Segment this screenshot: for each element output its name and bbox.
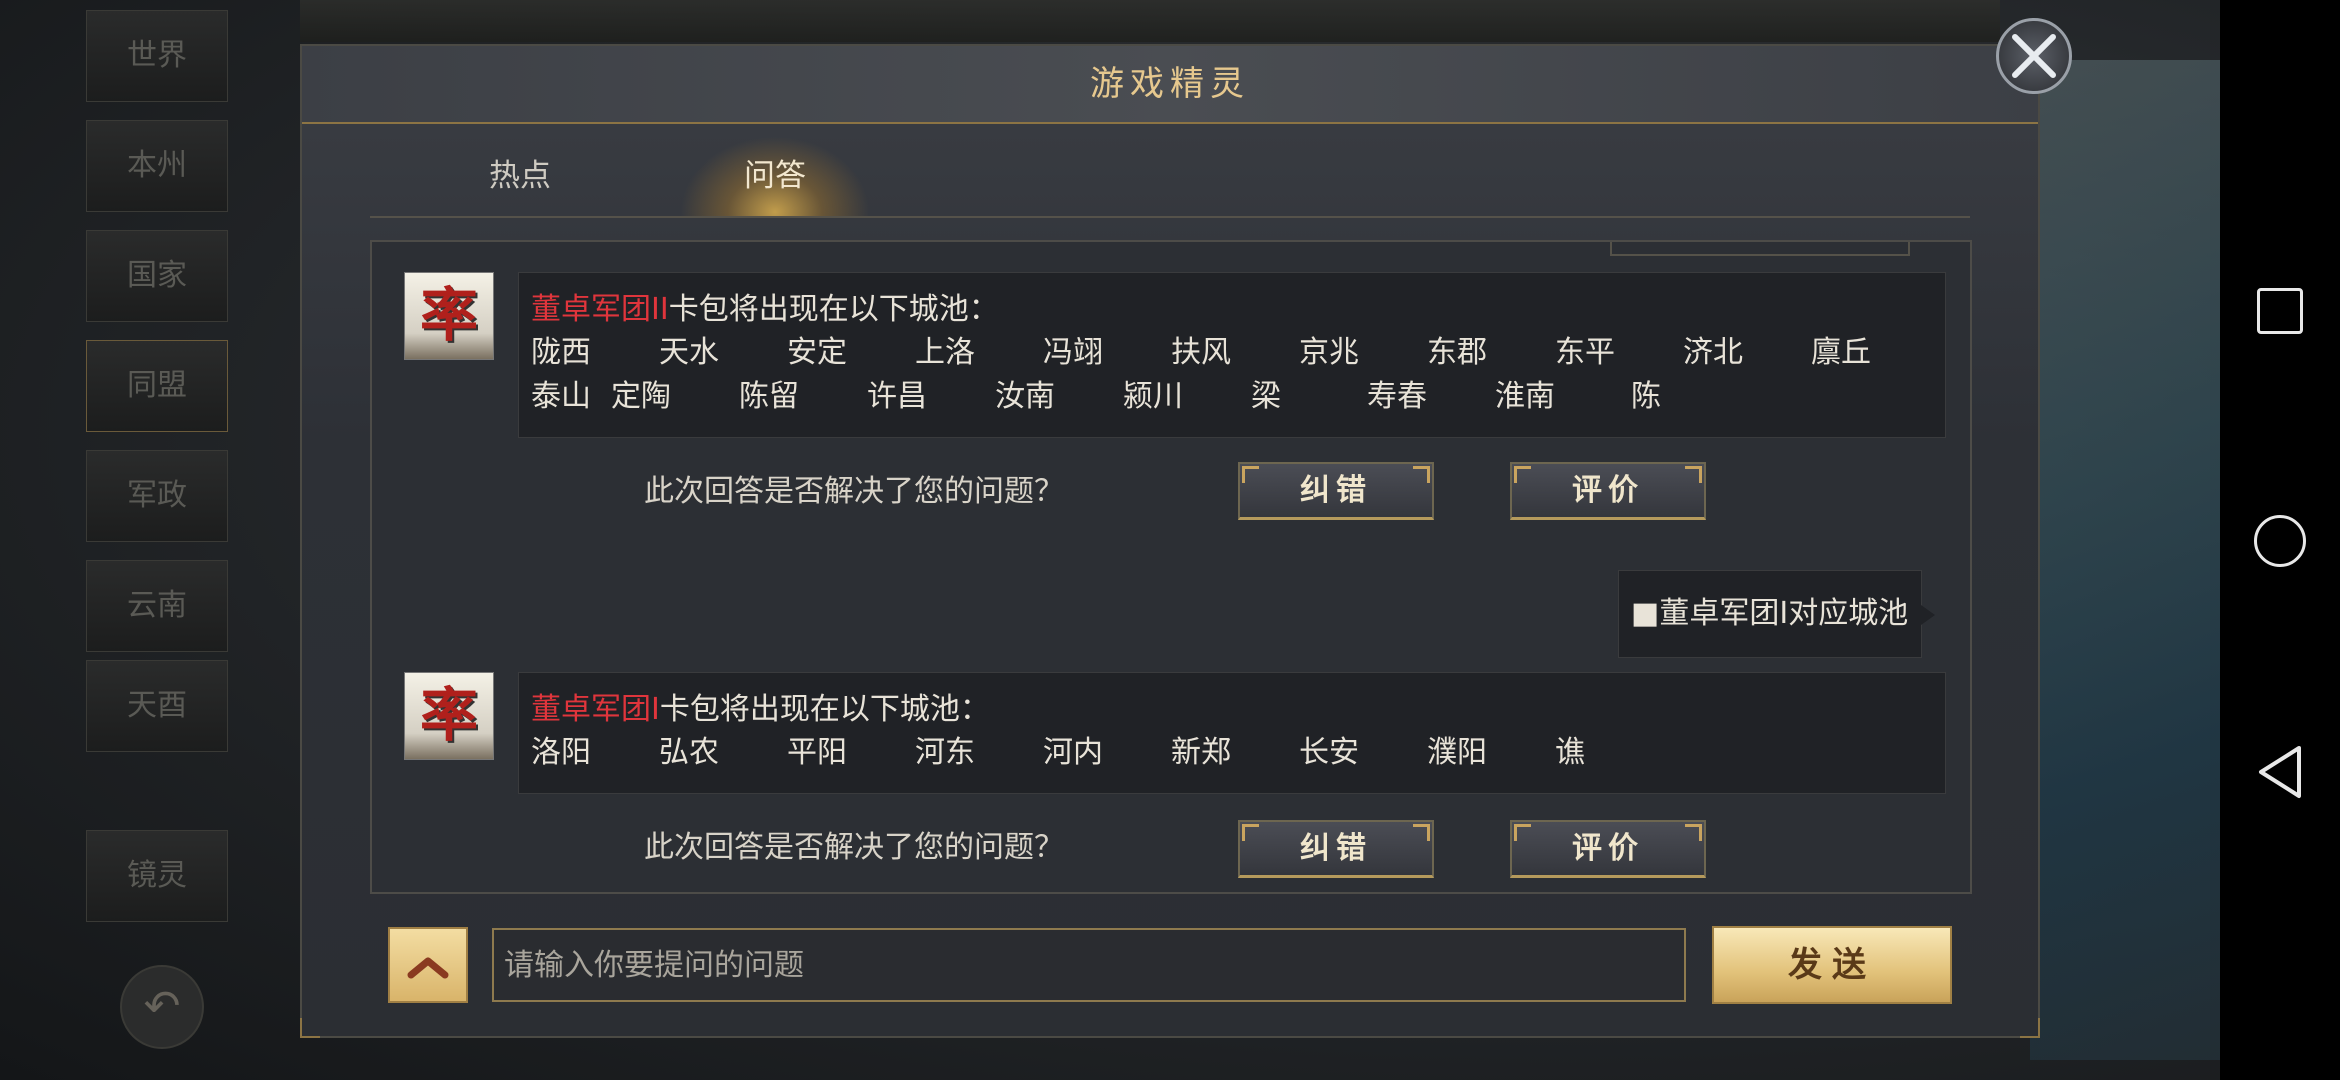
city-name: 平阳 [787, 735, 847, 770]
close-button[interactable] [1996, 18, 2072, 94]
city-name: 东郡 [1427, 335, 1487, 370]
dialog-title: 游戏精灵 [1090, 64, 1250, 104]
bg-tab-alliance: 同盟 [86, 340, 228, 432]
city-name: 天水 [659, 335, 719, 370]
answer-bubble: 董卓军团II卡包将出现在以下城池： 陇西 天水 安定 上洛 冯翊 扶风 京兆 东… [518, 272, 1946, 438]
card-pack-name: 董卓军团II [531, 292, 669, 327]
city-name: 长安 [1299, 735, 1359, 770]
city-name: 洛阳 [531, 735, 591, 770]
card-pack-name: 董卓军团I [531, 692, 660, 727]
bg-tab-yunnan: 云南 [86, 560, 228, 652]
avatar-glyph: 率 [419, 681, 478, 749]
bg-tab-jingling: 镜灵 [86, 830, 228, 922]
send-button[interactable]: 发送 [1712, 926, 1952, 1004]
answer-heading: 董卓军团II卡包将出现在以下城池： [531, 289, 1933, 331]
bg-tab-state: 本州 [86, 120, 228, 212]
city-name: 濮阳 [1427, 735, 1487, 770]
answer-bubble: 董卓军团I卡包将出现在以下城池： 洛阳 弘农 平阳 河东 河内 新郑 长安 濮阳… [518, 672, 1946, 794]
assistant-avatar: 率 [404, 272, 494, 360]
game-top-bar [300, 0, 2000, 42]
corner-ornament [300, 1018, 320, 1038]
city-name: 寿春 [1367, 379, 1427, 414]
bg-tab-military: 军政 [86, 450, 228, 542]
bg-tab-world: 世界 [86, 10, 228, 102]
feedback-prompt: 此次回答是否解决了您的问题？ [644, 830, 1064, 865]
return-arrow-icon: ↶ [120, 965, 204, 1049]
back-button[interactable] [2220, 744, 2340, 804]
corner-ornament [2020, 1018, 2040, 1038]
city-name: 陈 [1631, 379, 1661, 414]
city-name: 汝南 [995, 379, 1055, 414]
recent-apps-button[interactable] [2220, 288, 2340, 334]
close-icon [2012, 34, 2056, 78]
feedback-prompt: 此次回答是否解决了您的问题？ [644, 474, 1064, 509]
user-question-bubble: ■董卓军团I对应城池 [1618, 570, 1935, 658]
square-icon [2257, 288, 2303, 334]
city-name: 新郑 [1171, 735, 1231, 770]
city-name: 东平 [1555, 335, 1615, 370]
tab-hot-topics[interactable]: 热点 [420, 136, 620, 216]
rate-button[interactable]: 评价 [1510, 820, 1706, 878]
answer-heading: 董卓军团I卡包将出现在以下城池： [531, 689, 1933, 731]
correct-error-button[interactable]: 纠错 [1238, 462, 1434, 520]
city-name: 京兆 [1299, 335, 1359, 370]
city-name: 许昌 [867, 379, 927, 414]
city-name: 济北 [1683, 335, 1743, 370]
city-name: 颍川 [1123, 379, 1183, 414]
city-name: 扶风 [1171, 335, 1231, 370]
circle-icon [2254, 515, 2306, 567]
bg-tab-tianyou: 天酉 [86, 660, 228, 752]
tab-divider [370, 216, 1970, 218]
back-triangle-icon [2259, 746, 2301, 798]
city-row: 陇西 天水 安定 上洛 冯翊 扶风 京兆 东郡 东平 济北 廪丘 [531, 331, 1933, 375]
correct-error-button[interactable]: 纠错 [1238, 820, 1434, 878]
world-map-background [2030, 60, 2220, 1060]
city-row: 洛阳 弘农 平阳 河东 河内 新郑 长安 濮阳 谯 [531, 731, 1933, 775]
chevron-up-icon [407, 957, 449, 979]
city-name: 河内 [1043, 735, 1103, 770]
answer-text: 卡包将出现在以下城池： [659, 692, 990, 727]
expand-button[interactable] [388, 927, 468, 1003]
city-name: 河东 [915, 735, 975, 770]
avatar-glyph: 率 [419, 281, 478, 349]
tab-qa[interactable]: 问答 [680, 136, 870, 216]
city-name: 梁 [1251, 379, 1281, 414]
city-name: 廪丘 [1811, 335, 1871, 370]
city-name: 安定 [787, 335, 847, 370]
city-name: 冯翊 [1043, 335, 1103, 370]
question-input[interactable] [492, 928, 1686, 1002]
bg-tab-nation: 国家 [86, 230, 228, 322]
city-name: 陇西 [531, 335, 591, 370]
android-nav-bar [2220, 0, 2340, 1080]
city-row: 泰山 定陶 陈留 许昌 汝南 颍川 梁 寿春 淮南 陈 [531, 375, 1933, 419]
rate-button[interactable]: 评价 [1510, 462, 1706, 520]
city-name: 上洛 [915, 335, 975, 370]
city-name: 淮南 [1495, 379, 1555, 414]
previous-message-edge [1610, 242, 1910, 256]
home-button[interactable] [2220, 515, 2340, 567]
city-name: 泰山 [531, 379, 591, 414]
answer-text: 卡包将出现在以下城池： [668, 292, 999, 327]
city-name: 谯 [1555, 735, 1585, 770]
city-name: 定陶 [611, 379, 671, 414]
city-name: 弘农 [659, 735, 719, 770]
assistant-avatar: 率 [404, 672, 494, 760]
city-name: 陈留 [739, 379, 799, 414]
chat-content-area[interactable]: 率 董卓军团II卡包将出现在以下城池： 陇西 天水 安定 上洛 冯翊 扶风 京兆… [370, 240, 1972, 894]
